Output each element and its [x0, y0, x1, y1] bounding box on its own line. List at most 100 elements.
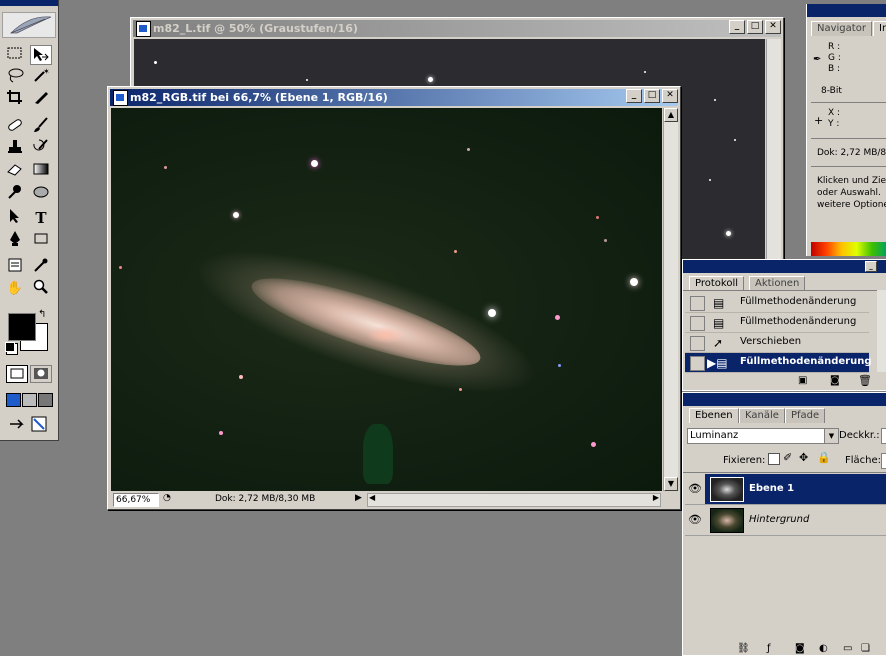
tab-aktionen[interactable]: Aktionen: [749, 276, 806, 291]
scroll-right-button[interactable]: ▶: [653, 493, 659, 502]
default-colors-icon[interactable]: [5, 342, 15, 352]
stamp-icon[interactable]: [4, 139, 26, 159]
history-state-marker-icon[interactable]: ▶▤: [707, 356, 728, 370]
adjustment-layer-icon[interactable]: ◐: [819, 643, 828, 654]
status-menu-arrow-icon[interactable]: ▶: [355, 493, 362, 503]
healing-icon[interactable]: [4, 117, 26, 137]
tab-ebenen[interactable]: Ebenen: [689, 408, 739, 423]
list-item[interactable]: ▤ Füllmethodenänderung: [685, 313, 869, 333]
history-brush-icon[interactable]: [30, 139, 52, 159]
brush-icon[interactable]: [30, 117, 52, 137]
eye-icon[interactable]: 👁: [685, 505, 705, 535]
new-snapshot-icon[interactable]: ◙: [830, 375, 840, 386]
gradient-icon[interactable]: [30, 161, 52, 181]
slice-icon[interactable]: [30, 89, 52, 109]
eye-icon[interactable]: 👁: [685, 474, 705, 504]
lock-transparency-icon[interactable]: [768, 453, 780, 465]
eyedropper-icon[interactable]: [30, 257, 52, 277]
chevron-down-icon[interactable]: ▼: [824, 429, 838, 443]
snapshot-checkbox[interactable]: [690, 316, 705, 331]
scroll-up-button[interactable]: ▲: [664, 108, 678, 122]
fill-field[interactable]: [881, 453, 886, 469]
notes-icon[interactable]: [4, 257, 26, 277]
screen-mode-standard-icon[interactable]: [6, 393, 21, 407]
screen-mode-full-icon[interactable]: [38, 393, 53, 407]
standard-mode-button[interactable]: [6, 365, 28, 383]
screen-mode-full-menu-icon[interactable]: [22, 393, 37, 407]
pen-icon[interactable]: [4, 230, 26, 250]
new-document-from-state-icon[interactable]: ▣: [798, 375, 807, 386]
close-button[interactable]: ✕: [662, 89, 678, 103]
horizontal-scrollbar[interactable]: ◀ ▶: [367, 493, 661, 507]
scroll-down-button[interactable]: ▼: [664, 477, 678, 491]
maximize-button[interactable]: □: [644, 89, 660, 103]
list-item[interactable]: ▤ Füllmethodenänderung: [685, 293, 869, 313]
shape-icon[interactable]: [30, 230, 52, 250]
path-select-icon[interactable]: [4, 208, 26, 228]
close-button[interactable]: ✕: [765, 20, 781, 34]
grayscale-window-title-bar[interactable]: m82_L.tif @ 50% (Graustufen/16): [133, 20, 781, 37]
color-spectrum-bar[interactable]: [811, 242, 886, 256]
snapshot-checkbox[interactable]: [690, 336, 705, 351]
tab-protokoll[interactable]: Protokoll: [689, 276, 745, 291]
foreground-color-swatch[interactable]: [8, 313, 36, 341]
layer-style-icon[interactable]: ƒ: [767, 643, 771, 654]
lasso-icon[interactable]: [4, 67, 26, 87]
snapshot-checkbox[interactable]: [690, 356, 705, 371]
trash-icon[interactable]: 🗑: [858, 374, 872, 387]
star: [119, 266, 122, 269]
rgb-vertical-scrollbar[interactable]: ▲ ▼: [663, 108, 678, 491]
lock-move-icon[interactable]: ✥: [799, 451, 808, 464]
info-palette-title-bar[interactable]: [807, 4, 886, 17]
marquee-icon[interactable]: [4, 45, 26, 65]
type-icon[interactable]: T: [30, 208, 52, 228]
rgb-canvas[interactable]: [111, 108, 662, 491]
layers-palette-title-bar[interactable]: [683, 393, 886, 406]
minimize-button[interactable]: _: [729, 20, 745, 34]
new-layer-icon[interactable]: ❏: [861, 643, 870, 654]
toolbox-title-bar[interactable]: [0, 0, 58, 6]
grayscale-vertical-scrollbar[interactable]: [766, 39, 781, 265]
eraser-icon[interactable]: [4, 161, 26, 181]
zoom-icon[interactable]: [30, 279, 52, 299]
status-arrow-icon[interactable]: ◔: [163, 493, 177, 505]
lock-brush-icon[interactable]: ✐: [783, 451, 792, 464]
maximize-button[interactable]: □: [747, 20, 763, 34]
layer-mask-icon[interactable]: ◙: [795, 643, 805, 654]
link-layers-icon[interactable]: ⛓: [737, 643, 750, 654]
hand-icon[interactable]: ✋: [4, 279, 26, 299]
zoom-field[interactable]: 66,67%: [113, 493, 159, 507]
crop-icon[interactable]: [4, 89, 26, 109]
tab-kanaele[interactable]: Kanäle: [739, 408, 785, 423]
document-window-rgb[interactable]: m82_RGB.tif bei 66,7% (Ebene 1, RGB/16) …: [107, 86, 681, 510]
opacity-field[interactable]: [881, 428, 886, 444]
rgb-window-title-bar[interactable]: m82_RGB.tif bei 66,7% (Ebene 1, RGB/16): [110, 89, 678, 106]
history-palette-title-bar[interactable]: _: [683, 260, 886, 273]
quickmask-mode-button[interactable]: [30, 365, 52, 383]
blend-mode-select[interactable]: Luminanz ▼: [687, 428, 839, 444]
g-label: G :: [828, 53, 841, 63]
snapshot-checkbox[interactable]: [690, 296, 705, 311]
lock-all-icon[interactable]: 🔒: [817, 451, 831, 464]
move-icon[interactable]: [30, 45, 52, 65]
list-item[interactable]: ➚ Verschieben: [685, 333, 869, 353]
magic-wand-icon[interactable]: ✶: [30, 67, 52, 87]
jump-to-imageready-icon[interactable]: [8, 416, 50, 432]
dodge-icon[interactable]: [4, 183, 26, 203]
feather-logo-icon[interactable]: [2, 12, 56, 38]
minimize-button[interactable]: _: [626, 89, 642, 103]
list-item-selected[interactable]: ▶▤ Füllmethodenänderung: [685, 353, 871, 373]
layer-row[interactable]: 👁 Hintergrund: [685, 505, 886, 536]
blur-icon[interactable]: [30, 183, 52, 203]
scroll-left-button[interactable]: ◀: [369, 493, 375, 502]
layer-row-selected[interactable]: 👁 Ebene 1: [685, 474, 886, 505]
tab-pfade[interactable]: Pfade: [785, 408, 826, 423]
new-group-icon[interactable]: ▭: [843, 643, 852, 654]
tab-info[interactable]: In: [873, 21, 886, 36]
grayscale-window-title: m82_L.tif @ 50% (Graustufen/16): [153, 22, 358, 35]
tab-navigator[interactable]: Navigator: [811, 21, 872, 36]
swap-colors-icon[interactable]: ↰: [38, 309, 46, 320]
fill-label: Fläche:: [845, 455, 882, 466]
history-scrollbar[interactable]: [877, 290, 886, 372]
minimize-button[interactable]: _: [865, 261, 877, 272]
